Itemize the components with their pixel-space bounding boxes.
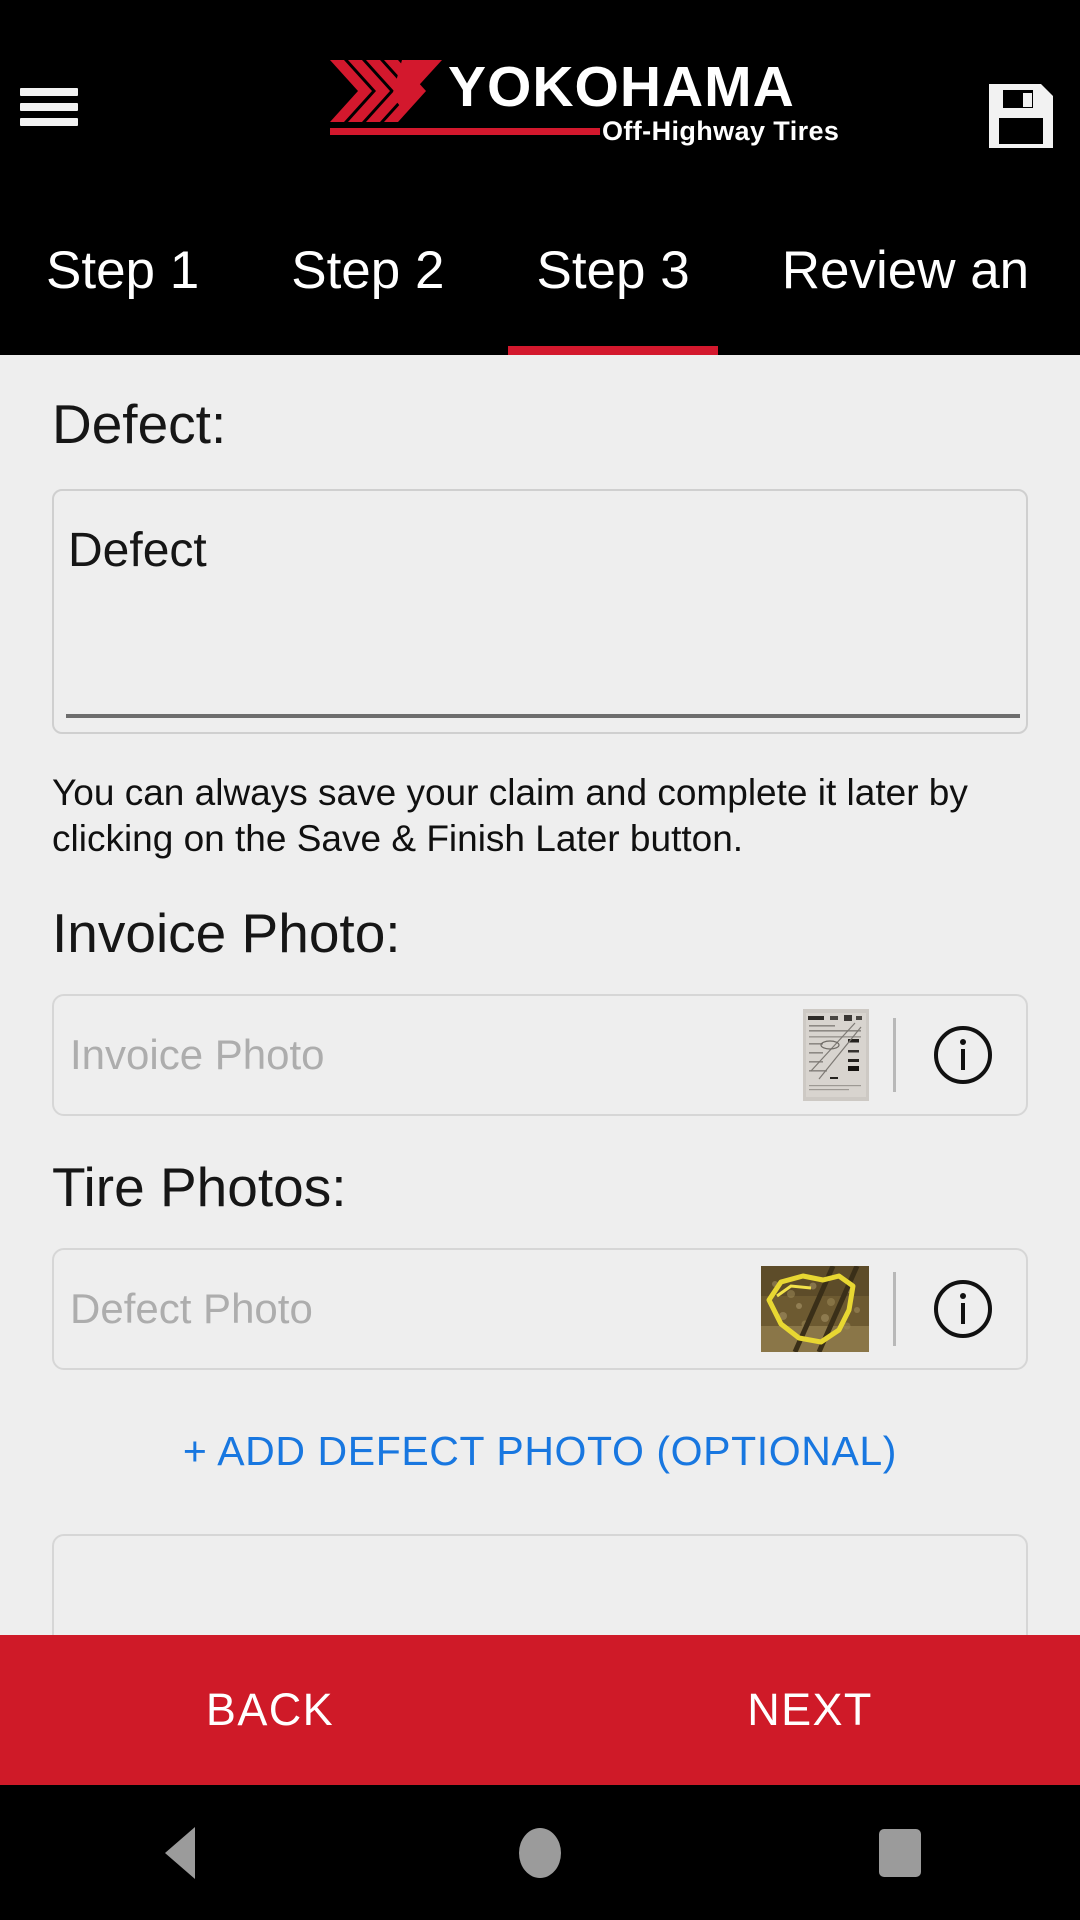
tab-step-2[interactable]: Step 2 xyxy=(245,210,490,355)
system-recents-button[interactable] xyxy=(720,1828,1080,1877)
back-button[interactable]: BACK xyxy=(0,1635,540,1785)
invoice-photo-field[interactable]: Invoice Photo xyxy=(52,994,1028,1116)
invoice-document-thumbnail[interactable] xyxy=(803,1009,869,1101)
defect-textarea[interactable]: Defect xyxy=(52,489,1028,734)
defect-textarea-underline xyxy=(66,714,1020,718)
hamburger-bar-1 xyxy=(20,88,78,96)
invoice-photo-placeholder: Invoice Photo xyxy=(70,1031,325,1078)
tab-label: Step 2 xyxy=(291,241,445,300)
next-button[interactable]: NEXT xyxy=(540,1635,1080,1785)
brand-underline xyxy=(330,128,600,135)
info-circle-icon[interactable] xyxy=(932,1024,994,1086)
circle-home-icon xyxy=(519,1827,561,1878)
defect-section-label: Defect: xyxy=(52,393,227,455)
bottom-action-bar: BACK NEXT xyxy=(0,1635,1080,1785)
add-defect-photo-link[interactable]: + ADD DEFECT PHOTO (OPTIONAL) xyxy=(0,1426,1080,1476)
tab-label: Step 1 xyxy=(46,241,200,300)
tire-defect-image xyxy=(761,1266,869,1352)
defect-textarea-value: Defect xyxy=(68,524,207,577)
tab-label: Step 3 xyxy=(536,241,690,300)
app-screen: YOKOHAMA Off-Highway Tires Step 1 Step 2 xyxy=(0,0,1080,1920)
tabs-row: Step 1 Step 2 Step 3 Review an xyxy=(0,210,1075,355)
system-navigation-bar xyxy=(0,1785,1080,1920)
triangle-back-icon xyxy=(165,1826,195,1879)
tab-step-1[interactable]: Step 1 xyxy=(0,210,245,355)
floppy-disk-save-icon xyxy=(989,84,1053,148)
tire-photos-section-label: Tire Photos: xyxy=(52,1156,347,1218)
save-button[interactable] xyxy=(987,82,1055,150)
yokohama-chevron-icon xyxy=(330,60,442,122)
tire-defect-photo-thumbnail[interactable] xyxy=(761,1266,869,1352)
tab-label: Review an xyxy=(781,241,1030,300)
app-bar: YOKOHAMA Off-Highway Tires xyxy=(0,0,1080,210)
system-home-button[interactable] xyxy=(360,1827,720,1878)
tab-indicator-active xyxy=(508,346,718,355)
tab-review-and-submit[interactable]: Review an xyxy=(736,210,1075,355)
square-recents-icon xyxy=(879,1828,921,1877)
info-circle-icon[interactable] xyxy=(932,1278,994,1340)
brand-tagline: Off-Highway Tires xyxy=(602,116,840,146)
invoice-document-image xyxy=(803,1009,869,1101)
invoice-photo-section-label: Invoice Photo: xyxy=(52,902,401,964)
hamburger-bar-3 xyxy=(20,118,78,126)
system-back-button[interactable] xyxy=(0,1826,360,1879)
defect-photo-field[interactable]: Defect Photo xyxy=(52,1248,1028,1370)
next-photo-field-partial[interactable] xyxy=(52,1534,1028,1635)
defect-field-divider xyxy=(893,1272,896,1346)
tab-step-3[interactable]: Step 3 xyxy=(490,210,735,355)
hamburger-menu-icon[interactable] xyxy=(20,85,78,129)
yokohama-logo: YOKOHAMA Off-Highway Tires xyxy=(330,55,839,156)
defect-photo-placeholder: Defect Photo xyxy=(70,1285,313,1332)
brand-name: YOKOHAMA xyxy=(448,55,795,119)
invoice-field-divider xyxy=(893,1018,896,1092)
save-helper-text: You can always save your claim and compl… xyxy=(52,772,968,859)
step-tab-bar[interactable]: Step 1 Step 2 Step 3 Review an xyxy=(0,210,1080,355)
hamburger-bar-2 xyxy=(20,103,78,111)
form-content: Defect: Defect You can always save your … xyxy=(0,355,1080,1635)
